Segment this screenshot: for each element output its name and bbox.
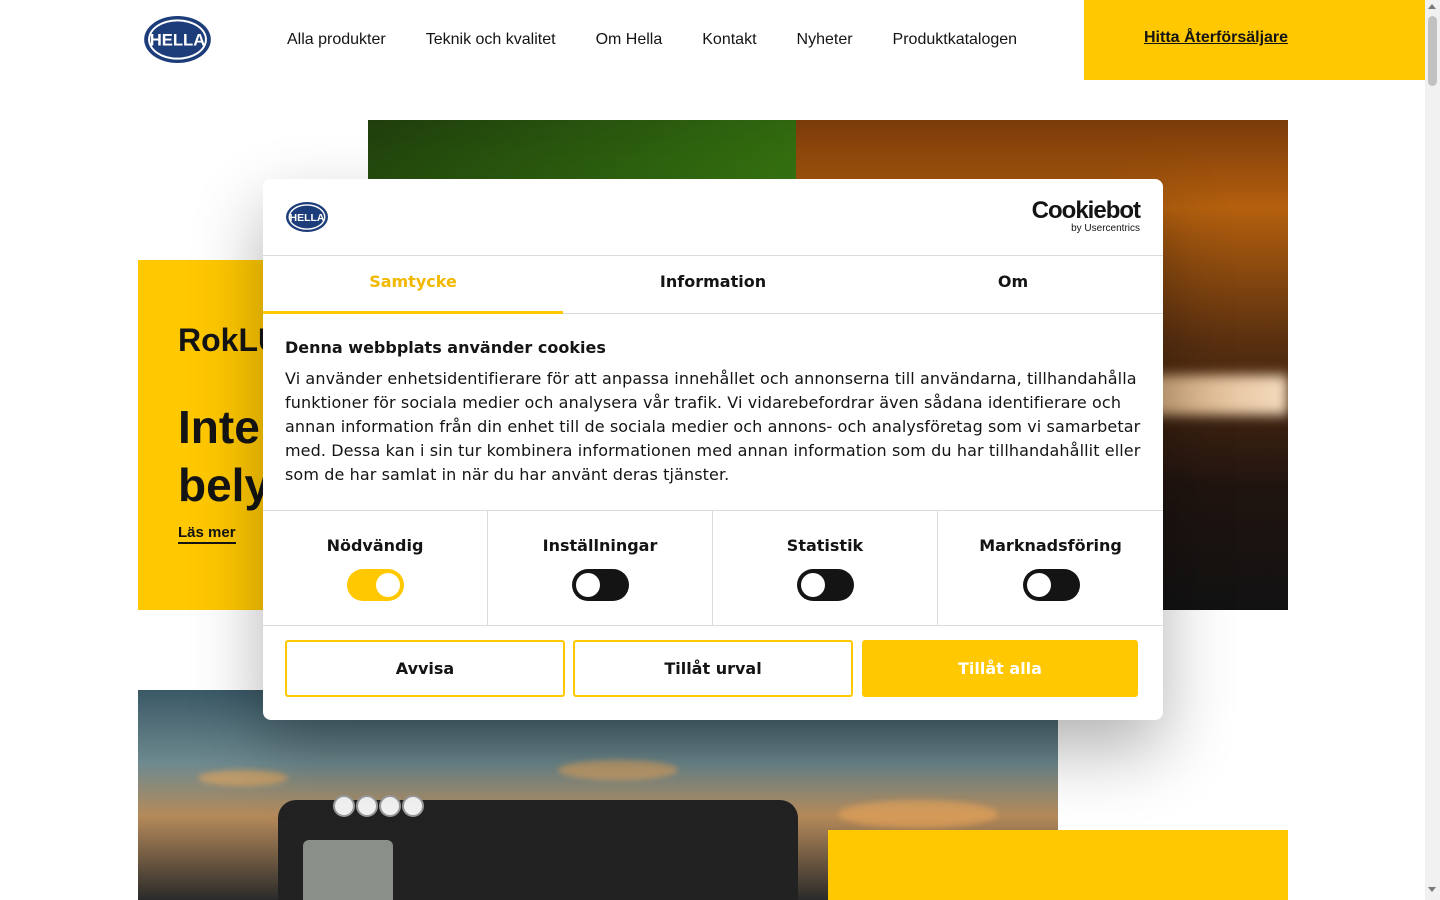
cookie-dialog: HELLA Cookiebot by Usercentrics Samtycke… [263, 179, 1163, 720]
toggle-knob [376, 573, 400, 597]
find-dealer-link[interactable]: Hitta Återförsäljare [1144, 29, 1288, 47]
lamp-icon [333, 795, 355, 817]
cloud [838, 800, 998, 828]
dealer-banner: Hitta Återförsäljare [1084, 0, 1425, 80]
reject-button[interactable]: Avvisa [285, 640, 565, 697]
hero-headline: Inte bely [178, 401, 271, 511]
site-header: HELLA Alla produkter Teknik och kvalitet… [0, 0, 1425, 80]
cookie-dialog-title: Denna webbplats använder cookies [285, 338, 606, 357]
page-scrollbar[interactable] [1425, 0, 1440, 900]
hella-logo[interactable]: HELLA [142, 14, 213, 65]
consent-categories: Nödvändig Inställningar Statistik Markna… [263, 510, 1163, 626]
category-label: Statistik [786, 536, 864, 555]
necessary-toggle[interactable] [347, 569, 404, 601]
nav-item-about[interactable]: Om Hella [596, 29, 663, 51]
cookiebot-brand-name: Cookiebot [1031, 197, 1141, 224]
statistics-toggle[interactable] [797, 569, 854, 601]
tab-consent[interactable]: Samtycke [263, 256, 563, 314]
cookiebot-brand-sub: by Usercentrics [1071, 223, 1140, 234]
marketing-toggle[interactable] [1022, 569, 1080, 601]
tab-information[interactable]: Information [563, 256, 863, 313]
cloud [198, 770, 288, 786]
category-label: Marknadsföring [979, 536, 1122, 555]
allow-all-button[interactable]: Tillåt alla [862, 640, 1138, 697]
nav-item-contact[interactable]: Kontakt [702, 29, 756, 51]
toggle-knob [1026, 573, 1051, 597]
section-card [828, 830, 1288, 900]
hella-logo-text: HELLA [150, 30, 206, 49]
tab-about[interactable]: Om [863, 256, 1163, 313]
cookie-dialog-body: Denna webbplats använder cookies Vi anvä… [285, 337, 1145, 487]
category-statistics: Statistik [713, 511, 938, 625]
preferences-toggle[interactable] [572, 569, 629, 601]
category-label: Nödvändig [326, 536, 424, 555]
toggle-knob [801, 573, 825, 597]
cookie-dialog-text: Vi använder enhetsidentifierare för att … [285, 369, 1141, 484]
category-preferences: Inställningar [488, 511, 713, 625]
scroll-down-arrow-icon[interactable] [1428, 887, 1436, 892]
nav-item-all-products[interactable]: Alla produkter [287, 29, 386, 51]
category-label: Inställningar [542, 536, 658, 555]
cookie-dialog-logo-text: HELLA [290, 212, 325, 224]
category-necessary: Nödvändig [263, 511, 488, 625]
truck-window [303, 840, 393, 900]
cookie-dialog-tabs: Samtycke Information Om [263, 256, 1163, 314]
cloud [558, 760, 678, 780]
hero-read-more-link[interactable]: Läs mer [178, 524, 236, 544]
category-marketing: Marknadsföring [938, 511, 1163, 625]
lamp-icon [356, 795, 378, 817]
hella-logo: HELLA [286, 202, 328, 232]
lamp-icon [379, 795, 401, 817]
main-nav: Alla produkter Teknik och kvalitet Om He… [287, 29, 1017, 51]
nav-item-technology[interactable]: Teknik och kvalitet [426, 29, 556, 51]
allow-selection-button[interactable]: Tillåt urval [573, 640, 853, 697]
cookiebot-logo[interactable]: Cookiebot by Usercentrics [1031, 197, 1141, 235]
lamp-icon [402, 795, 424, 817]
scroll-thumb[interactable] [1428, 16, 1437, 86]
toggle-knob [576, 573, 600, 597]
cookie-dialog-header: HELLA Cookiebot by Usercentrics [263, 179, 1163, 256]
nav-item-catalog[interactable]: Produktkatalogen [893, 29, 1018, 51]
scroll-up-arrow-icon[interactable] [1428, 4, 1436, 9]
nav-item-news[interactable]: Nyheter [797, 29, 853, 51]
